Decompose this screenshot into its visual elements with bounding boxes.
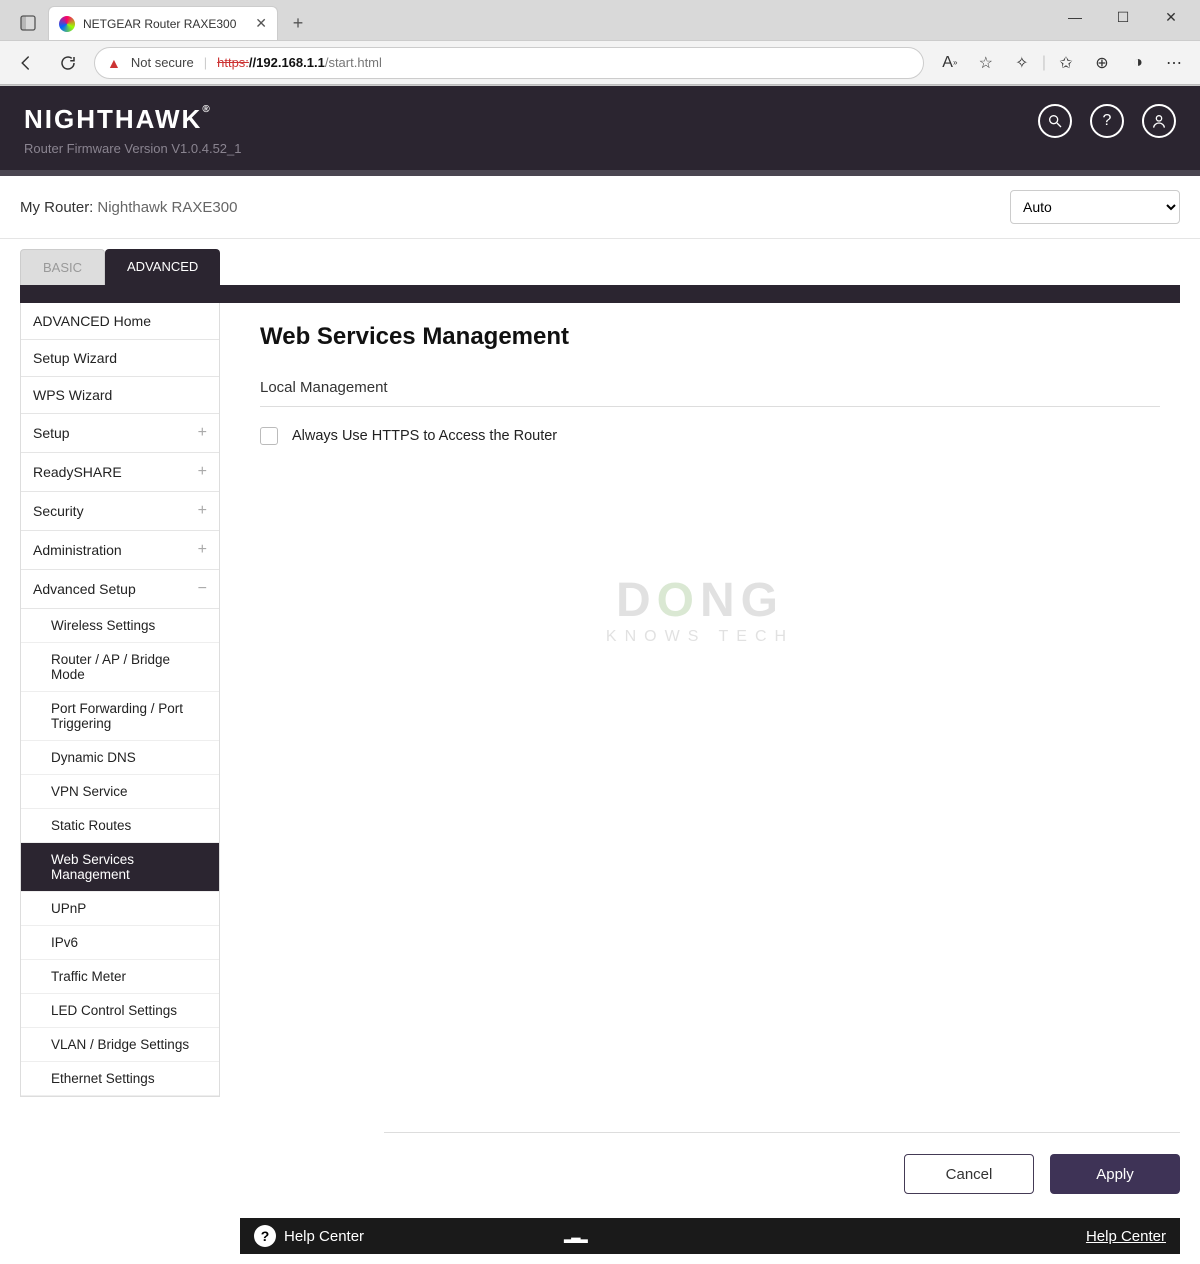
sub-router-ap-bridge[interactable]: Router / AP / Bridge Mode	[21, 643, 219, 692]
sub-port-forwarding[interactable]: Port Forwarding / Port Triggering	[21, 692, 219, 741]
close-window-button[interactable]: ✕	[1156, 2, 1186, 32]
minus-icon: −	[198, 580, 207, 598]
my-router-value: Nighthawk RAXE300	[97, 199, 237, 216]
help-center-title: Help Center	[284, 1228, 364, 1245]
sub-web-services-mgmt[interactable]: Web Services Management	[21, 843, 219, 892]
favorites-bar-icon[interactable]: ✩	[1050, 47, 1082, 79]
favicon-icon	[59, 16, 75, 32]
read-aloud-icon[interactable]: A»	[934, 47, 966, 79]
cancel-button[interactable]: Cancel	[904, 1154, 1034, 1194]
sub-led-control[interactable]: LED Control Settings	[21, 994, 219, 1028]
sub-upnp[interactable]: UPnP	[21, 892, 219, 926]
sub-static-routes[interactable]: Static Routes	[21, 809, 219, 843]
help-icon[interactable]: ?	[1090, 104, 1124, 138]
main-tabs: BASIC ADVANCED	[20, 249, 1180, 285]
tab-strip	[20, 285, 1180, 303]
sub-traffic-meter[interactable]: Traffic Meter	[21, 960, 219, 994]
sub-vpn-service[interactable]: VPN Service	[21, 775, 219, 809]
sub-wireless-settings[interactable]: Wireless Settings	[21, 609, 219, 643]
help-center-bar[interactable]: ? Help Center ▂▃▂ Help Center	[240, 1218, 1180, 1254]
url-scheme: https:	[217, 55, 249, 70]
plus-icon: +	[198, 541, 207, 559]
tab-basic[interactable]: BASIC	[20, 249, 105, 285]
sub-vlan-bridge[interactable]: VLAN / Bridge Settings	[21, 1028, 219, 1062]
chevron-up-icon: ▂▃▂	[564, 1229, 586, 1243]
sub-ipv6[interactable]: IPv6	[21, 926, 219, 960]
favorite-icon[interactable]: ☆	[970, 47, 1002, 79]
brand-logo: NIGHTHAWK®	[24, 104, 212, 135]
sidebar-item-setup[interactable]: Setup+	[21, 414, 219, 453]
main-panel: Web Services Management Local Management…	[220, 303, 1180, 1097]
plus-icon: +	[198, 463, 207, 481]
subheader: My Router: Nighthawk RAXE300 Auto	[0, 176, 1200, 239]
minimize-button[interactable]: —	[1060, 2, 1090, 32]
https-checkbox-row[interactable]: Always Use HTTPS to Access the Router	[260, 427, 1160, 445]
tab-advanced[interactable]: ADVANCED	[105, 249, 220, 285]
url-host: //192.168.1.1	[249, 55, 325, 70]
warning-icon: ▲	[107, 55, 121, 71]
watermark: DONG KNOWS TECH	[606, 573, 794, 646]
my-router-label: My Router:	[20, 199, 93, 216]
maximize-button[interactable]: ☐	[1108, 2, 1138, 32]
help-icon: ?	[254, 1225, 276, 1247]
apply-button[interactable]: Apply	[1050, 1154, 1180, 1194]
new-tab-button[interactable]: +	[284, 9, 312, 37]
mode-select[interactable]: Auto	[1010, 190, 1180, 224]
router-header: ? NIGHTHAWK® Router Firmware Version V1.…	[0, 86, 1200, 170]
collections-icon[interactable]: ⊕	[1086, 47, 1118, 79]
sub-dynamic-dns[interactable]: Dynamic DNS	[21, 741, 219, 775]
extensions-icon[interactable]: ✧	[1006, 47, 1038, 79]
https-checkbox[interactable]	[260, 427, 278, 445]
account-icon[interactable]	[1142, 104, 1176, 138]
sidebar-item-security[interactable]: Security+	[21, 492, 219, 531]
https-checkbox-label: Always Use HTTPS to Access the Router	[292, 428, 557, 444]
tab-actions-icon[interactable]	[14, 9, 42, 37]
refresh-button[interactable]	[52, 47, 84, 79]
section-title: Local Management	[260, 379, 1160, 407]
sub-ethernet-settings[interactable]: Ethernet Settings	[21, 1062, 219, 1096]
sidebar-item-setup-wizard[interactable]: Setup Wizard	[21, 340, 219, 377]
page-viewport: ? NIGHTHAWK® Router Firmware Version V1.…	[0, 85, 1200, 1264]
sidebar-item-readyshare[interactable]: ReadySHARE+	[21, 453, 219, 492]
search-icon[interactable]	[1038, 104, 1072, 138]
more-icon[interactable]: ⋯	[1158, 47, 1190, 79]
plus-icon: +	[198, 424, 207, 442]
tab-title: NETGEAR Router RAXE300	[83, 17, 236, 31]
sidebar-item-administration[interactable]: Administration+	[21, 531, 219, 570]
browser-chrome: NETGEAR Router RAXE300 ✕ + — ☐ ✕ ▲ Not s…	[0, 0, 1200, 85]
help-center-link[interactable]: Help Center	[1086, 1228, 1166, 1245]
titlebar: NETGEAR Router RAXE300 ✕ + — ☐ ✕	[0, 0, 1200, 40]
plus-icon: +	[198, 502, 207, 520]
page-title: Web Services Management	[260, 323, 1160, 351]
not-secure-label: Not secure	[131, 55, 194, 70]
sidebar-item-advanced-home[interactable]: ADVANCED Home	[21, 303, 219, 340]
action-row: Cancel Apply	[904, 1154, 1180, 1194]
sidebar-item-advanced-setup[interactable]: Advanced Setup−	[21, 570, 219, 609]
url-path: /start.html	[325, 55, 382, 70]
firmware-version: Router Firmware Version V1.0.4.52_1	[24, 141, 1176, 156]
close-tab-icon[interactable]: ✕	[255, 15, 267, 32]
sidebar: ADVANCED Home Setup Wizard WPS Wizard Se…	[20, 303, 220, 1097]
sidebar-item-wps-wizard[interactable]: WPS Wizard	[21, 377, 219, 414]
back-button[interactable]	[10, 47, 42, 79]
advanced-setup-submenu: Wireless Settings Router / AP / Bridge M…	[21, 609, 219, 1096]
browser-toolbar: ▲ Not secure | https://192.168.1.1/start…	[0, 40, 1200, 84]
address-bar[interactable]: ▲ Not secure | https://192.168.1.1/start…	[94, 47, 924, 79]
profile-icon[interactable]: ◑	[1122, 47, 1154, 79]
browser-tab[interactable]: NETGEAR Router RAXE300 ✕	[48, 6, 278, 40]
